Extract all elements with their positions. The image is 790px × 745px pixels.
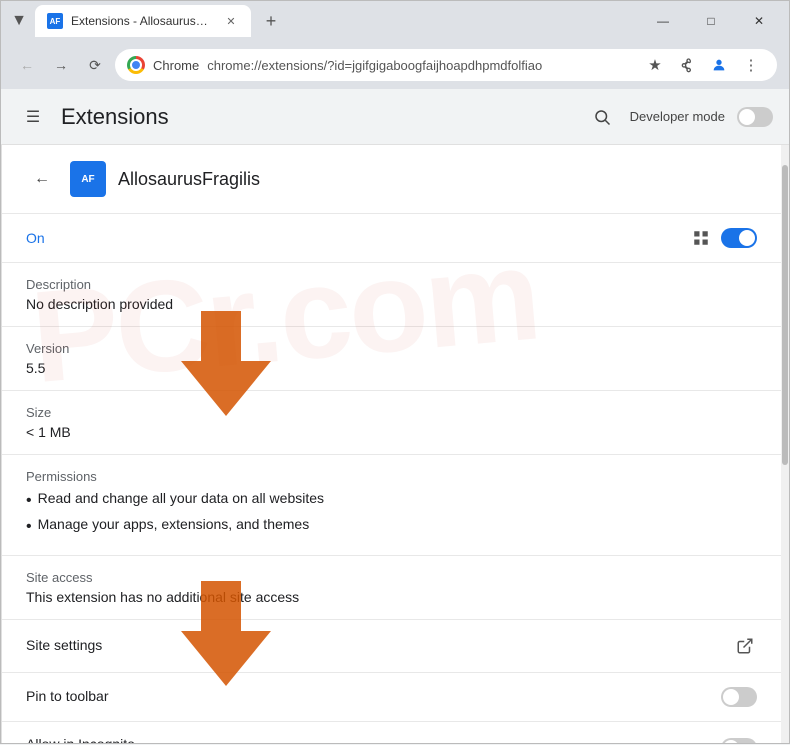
site-settings-row[interactable]: Site settings [2,620,781,673]
extensions-page: ☰ Extensions Developer mode [1,89,789,743]
page-content: ☰ Extensions Developer mode [1,89,789,743]
allow-incognito-content: Allow in Incognito Warning: Google Chrom… [26,736,705,743]
description-content: Description No description provided [26,277,757,312]
tab-close-button[interactable]: ✕ [223,13,239,29]
version-row: Version 5.5 [2,327,781,391]
title-bar: ▼ AF Extensions - AllosaurusFragilis ✕ +… [1,1,789,41]
permissions-label: Permissions [26,469,757,484]
tab-title: Extensions - AllosaurusFragilis [71,14,211,28]
extensions-header: ☰ Extensions Developer mode [1,89,789,145]
extension-name: AllosaurusFragilis [118,169,260,190]
developer-mode-toggle[interactable] [737,107,773,127]
enabled-row: On [2,214,781,263]
title-bar-left: ▼ AF Extensions - AllosaurusFragilis ✕ + [9,5,285,37]
detail-back-button[interactable]: ← [26,163,58,195]
extension-detail-panel: ← AF AllosaurusFragilis On [1,145,781,743]
pin-toolbar-label: Pin to toolbar [26,688,109,704]
version-content: Version 5.5 [26,341,757,376]
site-access-label: Site access [26,570,757,585]
scrollbar[interactable] [781,145,789,743]
user-icon[interactable] [705,51,733,79]
extension-enabled-toggle[interactable] [721,228,757,248]
new-tab-button[interactable]: + [257,7,285,35]
extensions-icon[interactable] [673,51,701,79]
allow-incognito-label: Allow in Incognito [26,736,705,743]
description-value: No description provided [26,296,757,312]
detail-header: ← AF AllosaurusFragilis [2,145,781,214]
maximize-button[interactable]: □ [689,5,733,37]
header-right: Developer mode [586,101,773,133]
description-row: Description No description provided [2,263,781,327]
tab-dropdown[interactable]: ▼ [9,11,29,31]
on-status: On [26,230,45,246]
site-settings-label: Site settings [26,637,102,653]
size-content: Size < 1 MB [26,405,757,440]
scrollbar-thumb[interactable] [782,165,788,465]
on-label: On [26,230,45,246]
menu-icon[interactable]: ⋮ [737,51,765,79]
address-icons: ★ ⋮ [641,51,765,79]
description-label: Description [26,277,757,292]
size-value: < 1 MB [26,424,757,440]
permissions-content: Permissions •Read and change all your da… [26,469,757,541]
address-field[interactable]: Chrome chrome://extensions/?id=jgifgigab… [115,49,777,81]
window-controls: — □ ✕ [641,5,781,37]
grid-view-icon[interactable] [691,228,711,248]
pin-toolbar-toggle[interactable] [721,687,757,707]
allow-incognito-toggle-knob [723,740,739,743]
allow-incognito-toggle-container [721,738,757,743]
minimize-button[interactable]: — [641,5,685,37]
size-row: Size < 1 MB [2,391,781,455]
back-nav-button[interactable]: ← [13,51,41,79]
version-value: 5.5 [26,360,757,376]
page-title: Extensions [61,104,169,130]
pin-toolbar-toggle-knob [723,689,739,705]
extensions-main: ← AF AllosaurusFragilis On [1,145,789,743]
list-item: •Read and change all your data on all we… [26,488,757,514]
site-settings-content: Site settings [26,637,733,655]
active-tab[interactable]: AF Extensions - AllosaurusFragilis ✕ [35,5,251,37]
chrome-logo-icon [127,56,145,74]
address-text: chrome://extensions/?id=jgifgigaboogfaij… [207,58,542,73]
enabled-row-right [691,228,757,248]
forward-nav-button[interactable]: → [47,51,75,79]
permissions-row: Permissions •Read and change all your da… [2,455,781,556]
permissions-list: •Read and change all your data on all we… [26,488,757,541]
extension-icon: AF [70,161,106,197]
developer-mode-toggle-knob [739,109,755,125]
search-button[interactable] [586,101,618,133]
developer-mode-label: Developer mode [630,109,725,124]
pin-toolbar-row: Pin to toolbar [2,673,781,722]
external-link-icon[interactable] [733,634,757,658]
browser-name-label: Chrome [153,58,199,73]
hamburger-menu-button[interactable]: ☰ [17,101,49,133]
bookmark-icon[interactable]: ★ [641,51,669,79]
allow-incognito-toggle[interactable] [721,738,757,743]
address-bar: ← → ⟳ Chrome chrome://extensions/?id=jgi… [1,41,789,89]
extension-enabled-toggle-knob [739,230,755,246]
reload-button[interactable]: ⟳ [81,51,109,79]
version-label: Version [26,341,757,356]
pin-toolbar-content: Pin to toolbar [26,688,721,706]
site-access-content: Site access This extension has no additi… [26,570,757,605]
tab-favicon: AF [47,13,63,29]
list-item: •Manage your apps, extensions, and theme… [26,514,757,540]
size-label: Size [26,405,757,420]
site-access-row: Site access This extension has no additi… [2,556,781,620]
allow-incognito-row: Allow in Incognito Warning: Google Chrom… [2,722,781,743]
site-access-value: This extension has no additional site ac… [26,589,757,605]
close-button[interactable]: ✕ [737,5,781,37]
